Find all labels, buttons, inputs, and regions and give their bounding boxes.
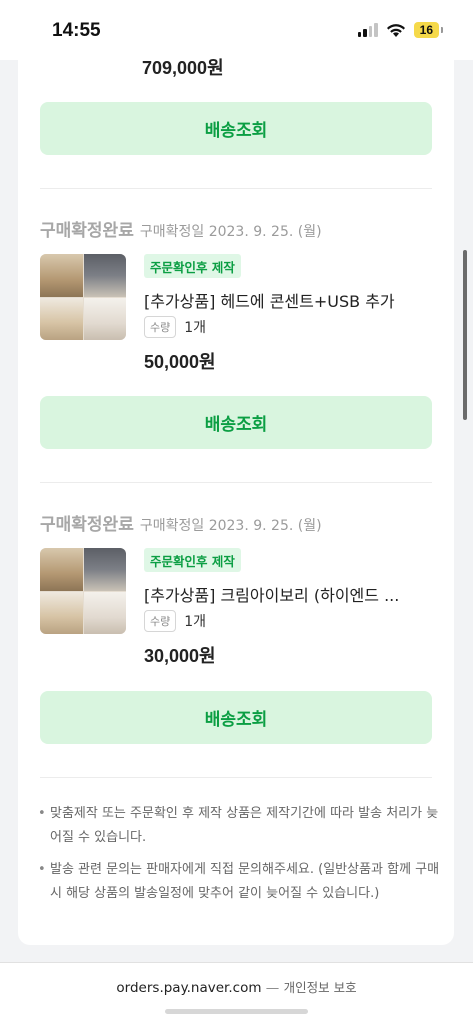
product-thumbnail[interactable] — [40, 254, 126, 340]
quantity-label: 수량 — [144, 316, 177, 338]
product-thumbnail[interactable] — [40, 548, 126, 634]
product-price: 50,000원 — [144, 352, 216, 372]
status-icons: 16 — [357, 22, 444, 38]
status-time: 14:55 — [52, 20, 101, 41]
divider — [40, 482, 432, 483]
home-indicator[interactable] — [165, 1009, 308, 1014]
made-to-order-badge: 주문확인후 제작 — [144, 548, 241, 572]
quantity-row: 수량 1개 — [144, 316, 206, 338]
separator: — — [265, 980, 280, 996]
confirm-date: 구매확정일 2023. 9. 25. (월) — [139, 518, 322, 534]
shipping-notice: 맞춤제작 또는 주문확인 후 제작 상품은 제작기간에 따라 발송 처리가 늦어… — [38, 802, 440, 914]
order-card: 709,000원 배송조회 구매확정완료 구매확정일 2023. 9. 25. … — [18, 40, 454, 945]
quantity-row: 수량 1개 — [144, 610, 206, 632]
battery-icon: 16 — [413, 22, 444, 38]
quantity-value: 1개 — [184, 320, 207, 336]
cellular-signal-icon — [357, 23, 378, 37]
privacy-label: 개인정보 보호 — [283, 980, 357, 995]
scrollbar[interactable] — [463, 250, 467, 420]
order-status-line: 구매확정완료 구매확정일 2023. 9. 25. (월) — [40, 510, 322, 535]
divider — [40, 188, 432, 189]
notice-item: 발송 관련 문의는 판매자에게 직접 문의해주세요. (일반상품과 함께 구매 … — [38, 858, 440, 906]
order-status: 구매확정완료 — [40, 515, 134, 535]
product-name[interactable]: [추가상품] 크림아이보리 (하이엔드 ... — [144, 582, 429, 606]
address-text: orders.pay.naver.com — 개인정보 보호 — [0, 977, 473, 996]
browser-address-bar[interactable]: orders.pay.naver.com — 개인정보 보호 — [0, 962, 473, 1024]
divider — [40, 777, 432, 778]
quantity-label: 수량 — [144, 610, 177, 632]
top-item-price: 709,000원 — [142, 58, 224, 78]
order-status-line: 구매확정완료 구매확정일 2023. 9. 25. (월) — [40, 216, 322, 241]
order-status: 구매확정완료 — [40, 221, 134, 241]
quantity-value: 1개 — [184, 614, 207, 630]
domain-label: orders.pay.naver.com — [116, 980, 262, 996]
product-name[interactable]: [추가상품] 헤드에 콘센트+USB 추가 — [144, 288, 429, 312]
shipping-inquiry-button[interactable]: 배송조회 — [40, 396, 432, 449]
made-to-order-badge: 주문확인후 제작 — [144, 254, 241, 278]
wifi-icon — [386, 23, 405, 37]
notice-item: 맞춤제작 또는 주문확인 후 제작 상품은 제작기간에 따라 발송 처리가 늦어… — [38, 802, 440, 850]
shipping-inquiry-button[interactable]: 배송조회 — [40, 691, 432, 744]
product-price: 30,000원 — [144, 646, 216, 666]
shipping-inquiry-button[interactable]: 배송조회 — [40, 102, 432, 155]
confirm-date: 구매확정일 2023. 9. 25. (월) — [139, 224, 322, 240]
